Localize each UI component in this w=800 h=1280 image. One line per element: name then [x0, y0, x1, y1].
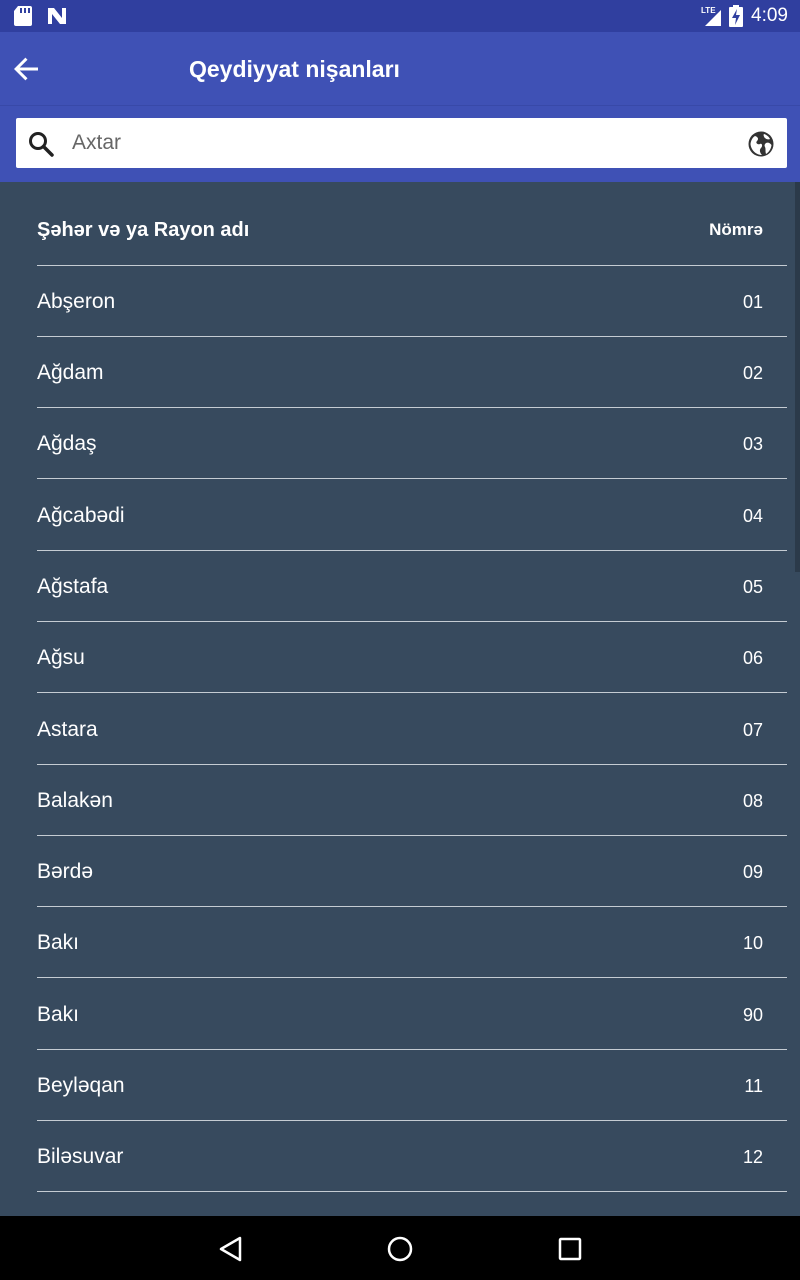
row-name: Ağcabədi: [37, 504, 125, 527]
globe-icon[interactable]: [747, 130, 775, 158]
nav-home-icon[interactable]: [385, 1234, 415, 1264]
row-number: 11: [744, 1076, 763, 1096]
row-name: Ağdam: [37, 361, 104, 384]
row-number: 90: [742, 1005, 763, 1025]
row-number: 10: [742, 933, 763, 953]
nav-recents-icon[interactable]: [555, 1234, 585, 1264]
search-input[interactable]: [72, 126, 732, 160]
row-name: Astara: [37, 718, 98, 741]
sd-card-icon: [14, 6, 32, 26]
row-name: Beyləqan: [37, 1074, 125, 1097]
nav-back-icon[interactable]: [216, 1234, 246, 1264]
table-header: Şəhər və ya Rayon adı Nömrə: [37, 182, 787, 266]
row-number: 07: [742, 720, 763, 740]
system-nav-bar: [0, 1216, 800, 1280]
search-icon: [29, 132, 54, 157]
row-number: 06: [742, 648, 763, 668]
table-row[interactable]: Ağdaş 03: [37, 408, 787, 479]
table-row[interactable]: Ağstafa 05: [37, 551, 787, 622]
table-row[interactable]: Bərdə 09: [37, 836, 787, 907]
row-name: Ağstafa: [37, 575, 109, 598]
signal-icon: LTE: [701, 6, 722, 26]
table-row[interactable]: Beyləqan 11: [37, 1050, 787, 1121]
app-bar: Qeydiyyat nişanları: [0, 32, 800, 106]
table-row[interactable]: Ağcabədi 04: [37, 480, 787, 551]
table-row[interactable]: Bakı 90: [37, 979, 787, 1050]
row-name: Biləsuvar: [37, 1145, 124, 1168]
row-number: 08: [742, 791, 763, 811]
row-name: Ağsu: [37, 646, 85, 669]
row-name: Bakı: [37, 931, 80, 954]
row-number: 04: [742, 506, 763, 526]
row-name: Ağdaş: [37, 432, 97, 455]
row-name: Balakən: [37, 789, 113, 812]
table-row[interactable]: Astara 07: [37, 694, 787, 765]
page-title: Qeydiyyat nişanları: [189, 56, 400, 82]
battery-charging-icon: [729, 5, 744, 27]
arrow-left-icon[interactable]: [8, 51, 44, 87]
header-number: Nömrə: [709, 220, 763, 239]
table-row[interactable]: Balakən 08: [37, 765, 787, 836]
scrollbar[interactable]: [795, 182, 800, 572]
row-number: 02: [742, 363, 763, 383]
table-row[interactable]: Ağsu 06: [37, 622, 787, 693]
search-bar: [0, 106, 800, 182]
table-row[interactable]: Biləsuvar 12: [37, 1121, 787, 1192]
status-time: 4:09: [751, 5, 788, 26]
row-name: Abşeron: [37, 290, 116, 313]
status-bar: LTE 4:09: [0, 0, 800, 32]
plate-list: Şəhər və ya Rayon adı Nömrə Abşeron 01 Ağ…: [0, 182, 800, 1216]
row-name: Bakı: [37, 1003, 80, 1026]
search-box: [16, 118, 787, 168]
row-number: 09: [742, 862, 763, 882]
row-number: 03: [742, 434, 763, 454]
table-row[interactable]: Bakı 10: [37, 907, 787, 978]
row-number: 05: [742, 577, 763, 597]
n-icon: [48, 8, 66, 24]
row-number: 12: [742, 1147, 763, 1167]
row-number: 01: [742, 292, 763, 312]
table-row[interactable]: Abşeron 01: [37, 266, 787, 337]
row-name: Bərdə: [37, 860, 94, 883]
table-row[interactable]: Ağdam 02: [37, 337, 787, 408]
header-name: Şəhər və ya Rayon adı: [37, 219, 250, 241]
